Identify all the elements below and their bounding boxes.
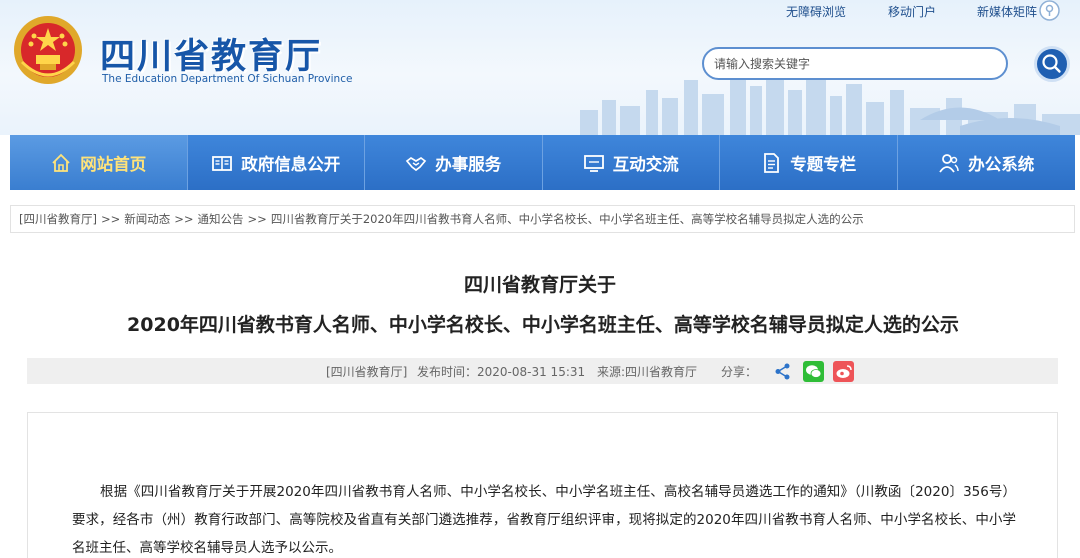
search-input[interactable] — [702, 47, 1008, 80]
breadcrumb-item-notices[interactable]: 通知公告 — [198, 211, 244, 227]
nav-item-special-topics[interactable]: 专题专栏 — [720, 135, 898, 190]
users-icon — [939, 153, 959, 173]
wechat-icon — [806, 365, 822, 378]
article-meta-bar: [四川省教育厅] 发布时间：2020-08-31 15:31 来源:四川省教育厅… — [27, 358, 1058, 384]
site-subtitle: The Education Department Of Sichuan Prov… — [102, 73, 353, 85]
breadcrumb-item-home[interactable]: [四川省教育厅] — [19, 211, 97, 227]
nav-item-home[interactable]: 网站首页 — [10, 135, 188, 190]
breadcrumb-separator: >> — [247, 212, 267, 226]
breadcrumb-item-news[interactable]: 新闻动态 — [124, 211, 170, 227]
search-icon — [1042, 54, 1061, 73]
nav-label: 专题专栏 — [790, 154, 857, 174]
nav-label: 政府信息公开 — [241, 154, 341, 174]
monitor-icon — [583, 154, 604, 172]
top-link-new-media[interactable]: 新媒体矩阵 — [977, 3, 1037, 20]
weibo-share-button[interactable] — [833, 361, 854, 382]
nav-label: 互动交流 — [612, 154, 679, 174]
handshake-icon — [406, 156, 427, 171]
document-icon — [764, 152, 780, 173]
breadcrumb-item-current: 四川省教育厅关于2020年四川省教书育人名师、中小学名校长、中小学名班主任、高等… — [270, 212, 864, 226]
search-button[interactable] — [1034, 46, 1070, 82]
breadcrumb-separator: >> — [174, 212, 194, 226]
national-emblem-logo — [14, 16, 82, 84]
article-title-line2: 2020年四川省教书育人名师、中小学名校长、中小学名班主任、高等学校名辅导员拟定… — [127, 314, 959, 336]
nav-item-office-system[interactable]: 办公系统 — [898, 135, 1076, 190]
top-link-mobile-portal[interactable]: 移动门户 — [888, 3, 936, 20]
nav-label: 网站首页 — [80, 154, 147, 174]
meta-source: 来源:四川省教育厅 — [597, 365, 698, 379]
nav-label: 办公系统 — [968, 154, 1035, 174]
nav-item-services[interactable]: 办事服务 — [365, 135, 543, 190]
main-nav: 网站首页 政府信息公开 办事服务 互动交流 专题专栏 办公系统 — [10, 135, 1075, 190]
article-title-line1: 四川省教育厅关于 — [463, 274, 616, 296]
location-pin-icon[interactable] — [1039, 0, 1060, 21]
meta-publish-time: 发布时间：2020-08-31 15:31 — [417, 365, 586, 379]
book-icon — [212, 155, 233, 171]
meta-share-label: 分享： — [721, 365, 758, 379]
nav-item-gov-info[interactable]: 政府信息公开 — [188, 135, 365, 190]
nav-label: 办事服务 — [435, 154, 502, 174]
breadcrumb-separator: >> — [100, 212, 121, 226]
home-icon — [52, 153, 70, 172]
nav-item-interaction[interactable]: 互动交流 — [543, 135, 720, 190]
site-title[interactable]: 四川省教育厅 — [100, 28, 322, 79]
meta-publisher: [四川省教育厅] — [326, 365, 408, 379]
share-icon[interactable] — [773, 362, 792, 381]
breadcrumb: [四川省教育厅] >> 新闻动态 >> 通知公告 >> 四川省教育厅关于2020… — [10, 205, 1075, 233]
site-header: 无障碍浏览 移动门户 新媒体矩阵 四川省教育厅 The Education De… — [0, 0, 1080, 135]
article-body-paragraph: 根据《四川省教育厅关于开展2020年四川省教书育人名师、中小学名校长、中小学名班… — [72, 484, 1016, 556]
top-link-accessibility[interactable]: 无障碍浏览 — [786, 3, 846, 20]
weibo-icon — [836, 365, 852, 378]
wechat-share-button[interactable] — [803, 361, 824, 382]
